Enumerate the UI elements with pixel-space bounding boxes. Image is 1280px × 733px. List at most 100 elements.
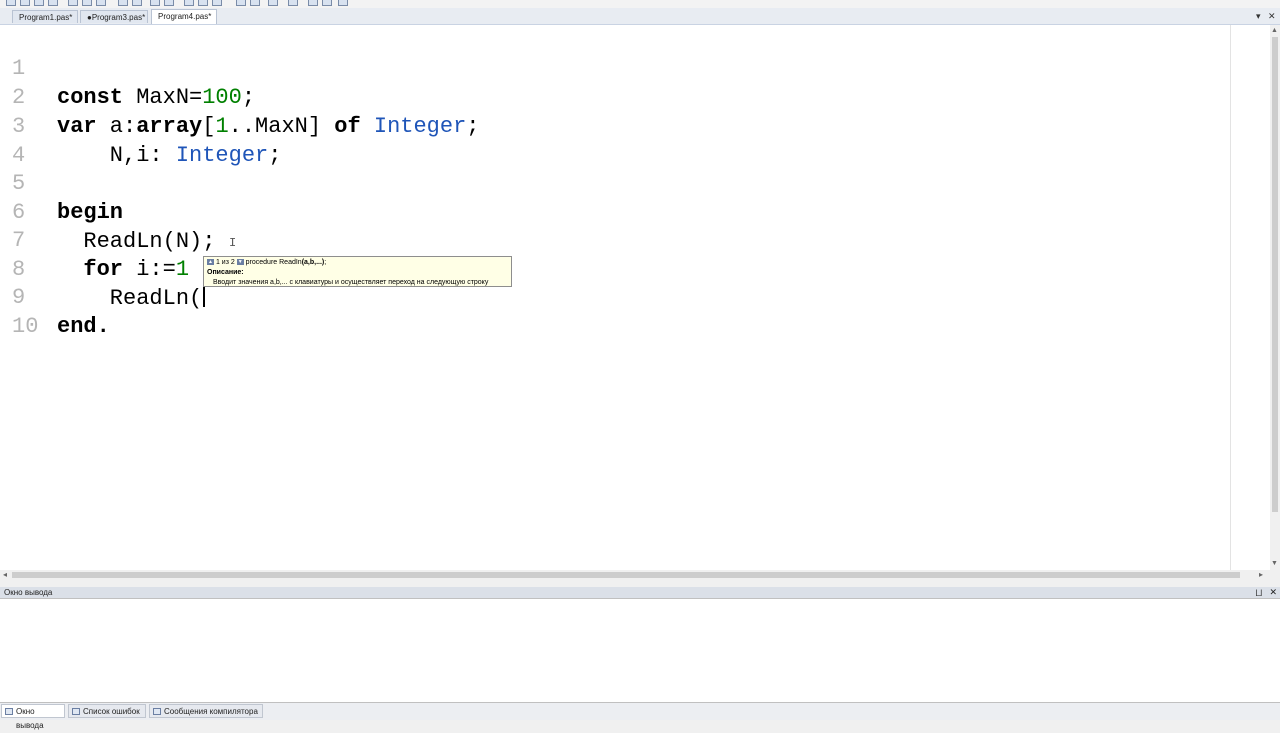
save-all-icon[interactable] [48,0,58,6]
scroll-down-icon[interactable]: ▼ [1271,560,1278,568]
type-name: Integer [175,143,269,168]
code-line[interactable]: 2 var a:array[1..MaxN] of Integer; [0,54,480,139]
tab-compiler-messages[interactable]: Сообщения компилятора [149,704,263,718]
punct: ; [466,114,480,139]
tooltip-description: Вводит значения a,b,... с клавиатуры и о… [213,279,489,286]
output-panel-title: Окно вывода [4,588,53,597]
redo-icon[interactable] [132,0,142,6]
keyword: end [57,314,97,339]
horizontal-scrollbar[interactable]: ◂ ▸ [0,570,1270,580]
scroll-up-icon[interactable]: ▲ [1271,27,1278,35]
keyword: for [83,257,124,282]
horizontal-scroll-thumb[interactable] [12,572,1240,578]
compiler-messages-icon [153,708,161,715]
close-panel-icon[interactable]: ✕ [1269,587,1277,598]
line-number: 10 [12,314,39,339]
undo-icon[interactable] [118,0,128,6]
scroll-right-icon[interactable]: ▸ [1259,570,1263,580]
code-line[interactable]: 1 const MaxN=100; [0,25,255,110]
window-icon[interactable] [338,0,348,6]
tab-bar: Program1.pas* ●Program3.pas* Program4.pa… [0,8,1280,25]
copy-icon[interactable] [82,0,92,6]
new-file-icon[interactable] [6,0,16,6]
output-window-icon [5,708,13,715]
find-icon[interactable] [150,0,160,6]
prev-overload-icon[interactable]: ▲ [207,259,214,266]
pin-icon[interactable]: ⨆ [1256,587,1262,598]
code-editor[interactable]: 1 const MaxN=100; 2 var a:array[1..MaxN]… [0,25,1270,570]
bottom-tab-bar: Окно вывода Список ошибок Сообщения комп… [0,703,1280,730]
settings-icon[interactable] [288,0,298,6]
punct: . [96,314,110,339]
line-code: var a:array[1..MaxN] of Integer; [57,112,480,141]
tab-error-list[interactable]: Список ошибок [68,704,146,718]
keyword: var [57,114,97,139]
code-line[interactable]: 9 end. [0,254,110,339]
keyword: array [136,114,203,139]
open-file-icon[interactable] [20,0,30,6]
stop-icon[interactable] [212,0,222,6]
cut-icon[interactable] [68,0,78,6]
about-icon[interactable] [322,0,332,6]
code-line[interactable]: 10 [0,283,53,339]
code-line[interactable]: 6 ReadLn(N); [0,169,215,254]
signature-params: (a,b,...) [301,259,325,266]
punct: ; [241,85,256,110]
type-name: Integer [373,114,467,139]
tab-program3[interactable]: ●Program3.pas* [80,10,148,23]
output-panel-body[interactable] [0,598,1280,703]
code-line[interactable]: 5 begin [0,140,123,225]
overload-counter: 1 из 2 [215,259,235,266]
replace-icon[interactable] [164,0,174,6]
paste-icon[interactable] [96,0,106,6]
step-icon[interactable] [198,0,208,6]
identifier: N,i: [57,143,176,168]
next-overload-icon[interactable]: ▼ [236,259,244,266]
identifier: a: [96,114,137,139]
code-line[interactable]: 3 N,i: Integer; [0,83,281,168]
right-margin-line [1230,25,1231,570]
vertical-scrollbar[interactable]: ▲ ▼ [1270,25,1280,570]
code-line[interactable]: 4 [0,112,53,168]
identifier: ReadLn( [57,286,203,311]
parameter-hint-tooltip: ▲ 1 из 2 ▼ procedure ReadIn(a,b,...); Оп… [203,256,512,287]
tab-program1[interactable]: Program1.pas* [12,10,78,23]
signature-suffix: ; [324,259,327,266]
debug-icon[interactable] [236,0,246,6]
code-line[interactable]: 7 for i:=1 to N do [0,197,295,282]
format-icon[interactable] [268,0,278,6]
signature-prefix: procedure ReadIn [245,259,302,266]
line-code: end. [57,312,110,341]
vertical-scroll-thumb[interactable] [1272,37,1278,512]
code-line[interactable]: 8 ReadLn( [0,226,206,311]
watch-icon[interactable] [250,0,260,6]
line-code: N,i: Integer; [57,141,282,170]
save-icon[interactable] [34,0,44,6]
mouse-ibeam-cursor-icon: I [229,236,237,250]
tab-list-dropdown-icon[interactable]: ▾ [1256,10,1261,22]
close-tab-icon[interactable]: ✕ [1268,10,1276,22]
toolbar [0,0,1280,8]
tab-label: Список ошибок [83,707,140,716]
tab-output-window[interactable]: Окно вывода [1,704,65,730]
run-icon[interactable] [184,0,194,6]
error-list-icon [72,708,80,715]
keyword: const [57,85,124,110]
help-icon[interactable] [308,0,318,6]
number-literal: 1 [215,114,229,139]
identifier: ..MaxN] [228,114,335,139]
line-code: const MaxN=100; [57,83,255,112]
tab-program4[interactable]: Program4.pas* [151,9,217,24]
punct: ; [268,143,282,168]
line-code: begin [57,198,123,227]
keyword: of [334,114,361,139]
scroll-left-icon[interactable]: ◂ [3,570,7,580]
line-code: ReadLn(N); [57,229,216,254]
tooltip-description-label: Описание: [207,269,244,276]
number-literal: 100 [202,85,242,110]
output-panel-header: Окно вывода ⨆ ✕ [0,587,1280,598]
number-literal: 1 [175,257,190,282]
